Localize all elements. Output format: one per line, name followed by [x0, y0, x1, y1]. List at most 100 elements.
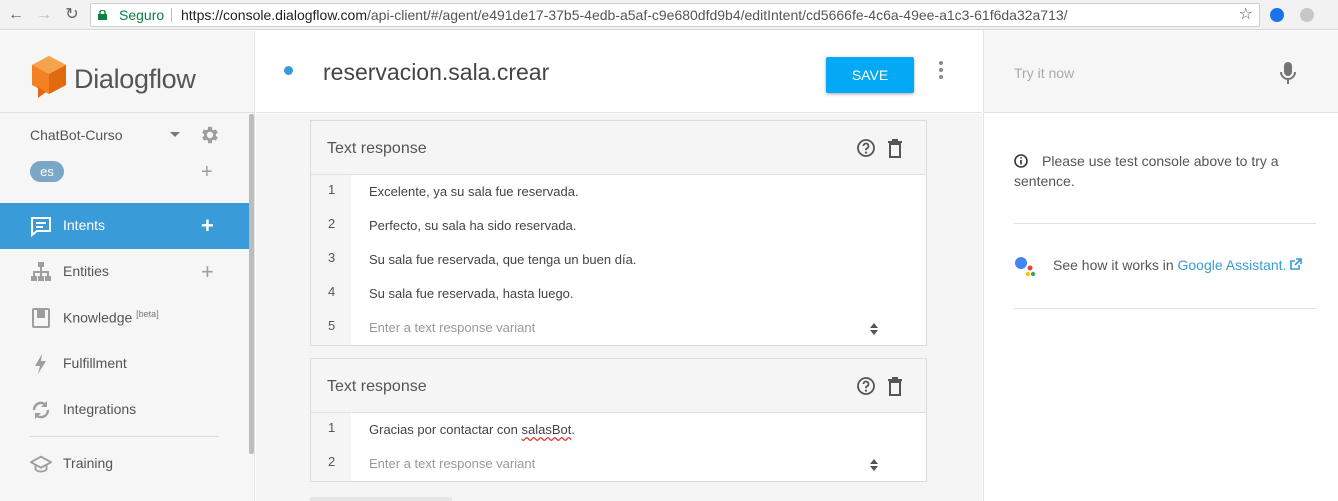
knowledge-label: Knowledge: [63, 309, 133, 326]
sidebar-item-label: Entities: [63, 263, 109, 279]
response-text[interactable]: Su sala fue reservada, que tenga un buen…: [369, 252, 636, 267]
response-row[interactable]: 4 Su sala fue reservada, hasta luego.: [311, 277, 926, 311]
sidebar-item-entities[interactable]: Entities +: [0, 249, 249, 295]
google-assistant-icon: [1015, 257, 1036, 277]
intent-name[interactable]: reservacion.sala.crear: [323, 59, 549, 86]
console-info: Please use test console above to try a s…: [1014, 151, 1294, 191]
bolt-icon: [35, 354, 46, 374]
back-icon[interactable]: ←: [6, 5, 26, 25]
forward-icon[interactable]: →: [34, 5, 54, 25]
microphone-icon[interactable]: [1280, 61, 1296, 85]
response-text[interactable]: Su sala fue reservada, hasta luego.: [369, 286, 574, 301]
intent-header: reservacion.sala.crear SAVE: [256, 31, 982, 113]
url-separator: [171, 8, 172, 22]
intent-editor: Text response 1 Excelente, ya su sala fu…: [256, 114, 982, 501]
row-number: 4: [311, 277, 351, 311]
brand-name: Dialogflow: [74, 64, 196, 94]
sidebar-item-label: Integrations: [63, 401, 137, 417]
text-part: .: [571, 422, 575, 437]
add-intent-icon[interactable]: +: [201, 215, 214, 237]
extension-icon[interactable]: [1270, 8, 1284, 22]
test-console: Try it now Please use test console above…: [983, 31, 1338, 501]
response-row[interactable]: 3 Su sala fue reservada, que tenga un bu…: [311, 243, 926, 277]
chevron-down-icon[interactable]: [170, 132, 180, 137]
language-badge[interactable]: es: [30, 161, 64, 182]
row-number: 2: [311, 447, 351, 481]
response-row[interactable]: 1 Excelente, ya su sala fue reservada.: [311, 175, 926, 209]
sync-icon: [32, 401, 50, 419]
response-text[interactable]: Gracias por contactar con salasBot.: [369, 422, 575, 437]
hierarchy-icon: [31, 262, 51, 281]
sidebar: Dialogflow ChatBot-Curso es + Intents + …: [0, 31, 255, 501]
url-text: https://console.dialogflow.com/api-clien…: [181, 4, 1068, 26]
graduation-cap-icon: [30, 455, 52, 473]
brand-logo[interactable]: Dialogflow: [30, 54, 196, 100]
reload-icon[interactable]: ↻: [62, 5, 82, 25]
priority-dot[interactable]: [284, 66, 293, 75]
extension-icon-2[interactable]: [1300, 8, 1314, 22]
help-icon[interactable]: [856, 376, 876, 396]
sidebar-item-knowledge[interactable]: Knowledge [beta]: [0, 295, 249, 341]
response-input[interactable]: Enter a text response variant: [369, 456, 535, 471]
response-row[interactable]: 1 Gracias por contactar con salasBot.: [311, 413, 926, 447]
beta-tag: [beta]: [136, 309, 159, 319]
row-number: 3: [311, 243, 351, 277]
sidebar-scrollbar[interactable]: [249, 114, 254, 454]
response-row[interactable]: 2 Perfecto, su sala ha sido reservada.: [311, 209, 926, 243]
trash-icon[interactable]: [887, 376, 903, 396]
response-text[interactable]: Perfecto, su sala ha sido reservada.: [369, 218, 576, 233]
info-text: Please use test console above to try a s…: [1014, 153, 1279, 189]
try-it-input[interactable]: Try it now: [1014, 65, 1074, 81]
trash-icon[interactable]: [887, 138, 903, 158]
address-bar[interactable]: Seguro https://console.dialogflow.com/ap…: [90, 3, 1260, 27]
text-response-card: Text response 1 Gracias por contactar co…: [310, 358, 927, 482]
sidebar-item-training[interactable]: Training: [0, 441, 249, 487]
add-entity-icon[interactable]: +: [201, 261, 214, 283]
sidebar-item-intents[interactable]: Intents +: [0, 203, 249, 249]
row-number: 1: [311, 175, 351, 209]
assistant-text: See how it works in Google Assistant.: [1053, 257, 1303, 273]
book-icon: [32, 308, 50, 328]
add-response-tab[interactable]: [310, 497, 452, 501]
response-text[interactable]: Excelente, ya su sala fue reservada.: [369, 184, 579, 199]
sidebar-item-integrations[interactable]: Integrations: [0, 387, 249, 433]
try-it-bar: Try it now: [984, 31, 1338, 113]
card-title: Text response: [327, 140, 427, 157]
response-input[interactable]: Enter a text response variant: [369, 320, 535, 335]
google-assistant-link[interactable]: Google Assistant.: [1178, 257, 1287, 273]
card-header: Text response: [311, 359, 926, 413]
card-header: Text response: [311, 121, 926, 175]
gear-icon[interactable]: [199, 124, 221, 146]
divider: [1014, 223, 1316, 224]
url-path: /api-client/#/agent/e491de17-37b5-4edb-a…: [367, 7, 1068, 23]
sidebar-item-label: Fulfillment: [63, 355, 127, 371]
add-language-icon[interactable]: +: [201, 162, 213, 182]
browser-toolbar: ← → ↻ Seguro https://console.dialogflow.…: [0, 0, 1338, 30]
save-button[interactable]: SAVE: [826, 57, 914, 93]
divider: [30, 436, 219, 437]
sidebar-item-fulfillment[interactable]: Fulfillment: [0, 341, 249, 387]
card-title: Text response: [327, 378, 427, 395]
divider: [1014, 308, 1316, 309]
agent-name[interactable]: ChatBot-Curso: [30, 127, 123, 143]
response-row[interactable]: 5 Enter a text response variant: [311, 311, 926, 345]
response-row[interactable]: 2 Enter a text response variant: [311, 447, 926, 481]
divider: [0, 112, 255, 113]
bookmark-star-icon[interactable]: ☆: [1239, 4, 1253, 26]
more-options-icon[interactable]: [938, 61, 944, 81]
text-response-card: Text response 1 Excelente, ya su sala fu…: [310, 120, 927, 346]
sidebar-item-label: Training: [63, 455, 114, 471]
help-icon[interactable]: [856, 138, 876, 158]
resize-handle-icon[interactable]: [869, 458, 879, 472]
chat-icon: [31, 217, 51, 237]
text-part: Gracias por contactar con: [369, 422, 522, 437]
row-number: 2: [311, 209, 351, 243]
resize-handle-icon[interactable]: [869, 322, 879, 336]
external-link-icon[interactable]: [1289, 258, 1303, 271]
row-number: 1: [311, 413, 351, 447]
sidebar-item-label: Knowledge [beta]: [63, 309, 159, 326]
secure-label: Seguro: [119, 7, 165, 23]
assistant-prefix: See how it works in: [1053, 257, 1178, 273]
misspelled-word: salasBot: [521, 422, 572, 437]
lock-icon: [98, 10, 107, 20]
